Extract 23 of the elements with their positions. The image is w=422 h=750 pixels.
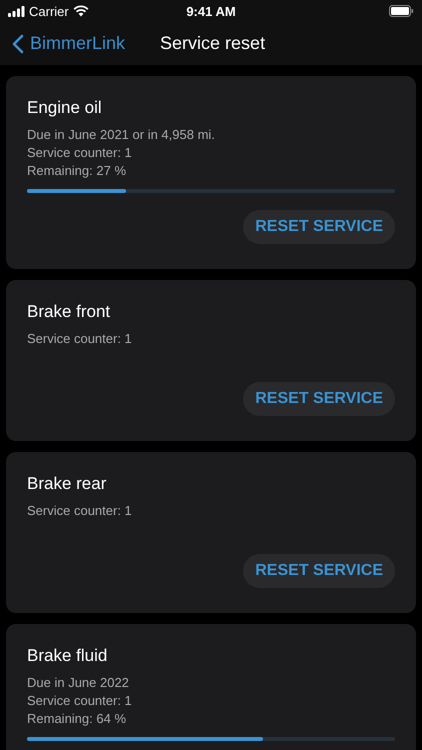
signal-icon bbox=[8, 6, 25, 16]
reset-service-button[interactable]: RESET SERVICE bbox=[243, 210, 395, 244]
reset-service-button[interactable]: RESET SERVICE bbox=[243, 554, 395, 588]
service-detail: Due in June 2021 or in 4,958 mi. bbox=[27, 126, 216, 144]
service-detail: Remaining: 64 % bbox=[27, 710, 127, 728]
service-detail: Service counter: 1 bbox=[27, 144, 133, 162]
reset-service-button[interactable]: RESET SERVICE bbox=[243, 382, 395, 416]
service-title: Brake front bbox=[27, 301, 112, 323]
service-detail: Due in June 2022 bbox=[27, 674, 130, 692]
service-detail: Remaining: 27 % bbox=[27, 162, 127, 180]
service-detail: Service counter: 1 bbox=[27, 692, 133, 710]
service-detail: Service counter: 1 bbox=[27, 330, 133, 348]
status-time: 9:41 AM bbox=[186, 4, 236, 18]
page-title: Service reset bbox=[160, 33, 266, 54]
service-detail: Service counter: 1 bbox=[27, 502, 133, 520]
service-title: Brake fluid bbox=[27, 645, 108, 667]
service-title: Engine oil bbox=[27, 97, 103, 119]
service-title: Brake rear bbox=[27, 473, 108, 495]
chevron-left-icon bbox=[12, 34, 24, 54]
back-button[interactable]: BimmerLink bbox=[12, 33, 126, 54]
wifi-icon bbox=[72, 5, 89, 17]
battery-icon bbox=[389, 5, 414, 17]
carrier-label: Carrier bbox=[29, 4, 69, 18]
